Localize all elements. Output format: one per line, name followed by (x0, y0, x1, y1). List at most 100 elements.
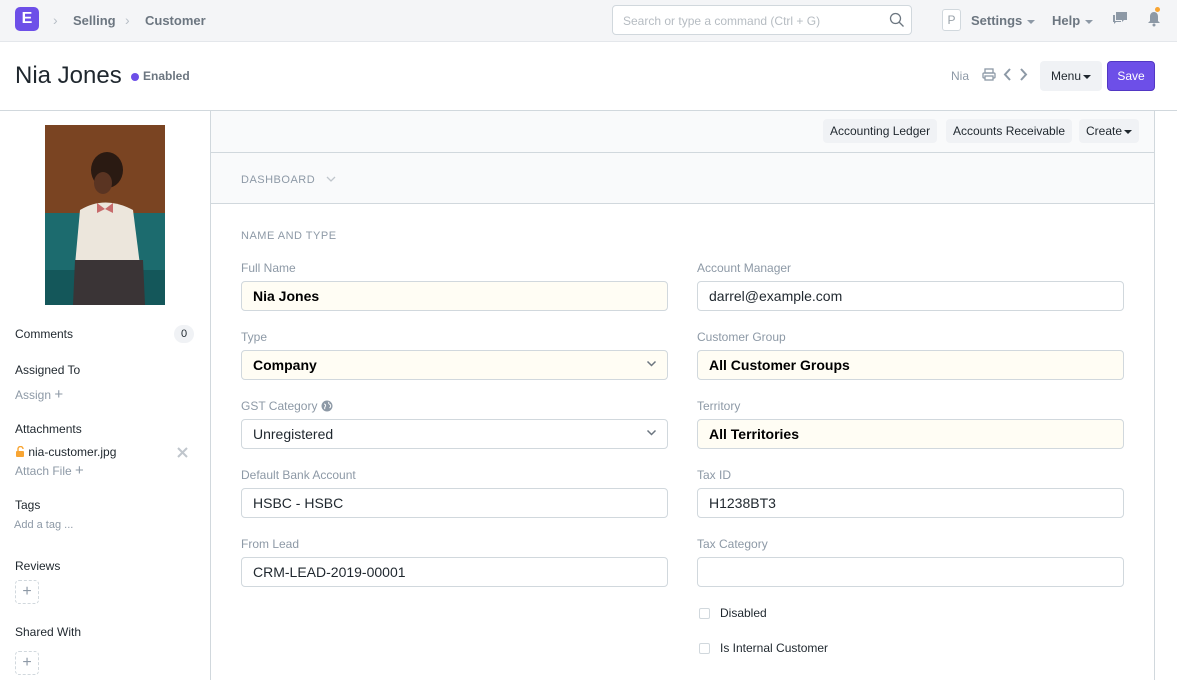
accounting-ledger-button[interactable]: Accounting Ledger (823, 119, 938, 143)
search-icon (889, 12, 904, 27)
full-name-label: Full Name (241, 261, 296, 275)
menu-label: Menu (1050, 69, 1082, 83)
globe-icon (321, 400, 333, 412)
chat-icon[interactable] (1112, 11, 1128, 26)
section-title: NAME AND TYPE (241, 230, 337, 242)
chevron-down-icon (646, 429, 657, 436)
default-bank-account-value: HSBC - HSBC (253, 495, 344, 511)
settings-dropdown[interactable]: Settings (971, 13, 1036, 28)
status-indicator-dot (131, 73, 139, 81)
tax-id-value: H1238BT3 (709, 495, 776, 511)
account-manager-field[interactable]: darrel@example.com (697, 281, 1124, 311)
tax-id-label: Tax ID (697, 468, 732, 482)
type-label: Type (241, 330, 268, 344)
search-placeholder: Search or type a command (Ctrl + G) (623, 14, 821, 28)
tax-id-field[interactable]: H1238BT3 (697, 488, 1124, 518)
create-label: Create (1086, 124, 1123, 138)
status-badge: Enabled (143, 69, 190, 83)
caret-down-icon (1085, 19, 1094, 24)
add-share-button[interactable]: + (15, 651, 39, 675)
add-review-button[interactable]: + (15, 580, 39, 604)
shared-with-label: Shared With (15, 625, 82, 639)
form-area: Accounting Ledger Accounts Receivable Cr… (211, 111, 1155, 680)
assigned-to-label: Assigned To (15, 363, 81, 377)
account-manager-label: Account Manager (697, 261, 792, 275)
doc-short-name: Nia (951, 69, 970, 83)
comments-count: 0 (174, 325, 194, 343)
attach-file-link[interactable]: Attach File + (15, 462, 84, 479)
territory-value: All Territories (709, 426, 799, 442)
plus-icon: + (22, 654, 32, 671)
customer-image[interactable] (45, 125, 165, 305)
settings-label: Settings (971, 13, 1023, 28)
attachment-item[interactable]: nia-customer.jpg (15, 445, 116, 459)
full-name-field[interactable]: Nia Jones (241, 281, 668, 311)
form-toolbar: Accounting Ledger Accounts Receivable Cr… (211, 111, 1154, 153)
disabled-checkbox[interactable] (699, 608, 710, 619)
attach-file-label: Attach File (15, 464, 72, 478)
default-bank-account-label: Default Bank Account (241, 468, 356, 482)
customer-group-value: All Customer Groups (709, 357, 850, 373)
breadcrumb-selling[interactable]: Selling (73, 13, 116, 28)
unlock-icon (16, 445, 24, 457)
attachment-filename: nia-customer.jpg (28, 445, 117, 459)
gst-category-select[interactable]: Unregistered (241, 419, 668, 449)
navbar: E › Selling › Customer Search or type a … (0, 0, 1177, 42)
default-bank-account-field[interactable]: HSBC - HSBC (241, 488, 668, 518)
gst-category-label: GST Category (241, 399, 333, 413)
full-name-value: Nia Jones (253, 288, 320, 304)
caret-down-icon (1124, 129, 1133, 134)
user-avatar[interactable]: P (942, 9, 961, 31)
gst-category-value: Unregistered (253, 426, 334, 442)
assign-link[interactable]: Assign + (15, 386, 63, 403)
plus-icon: + (22, 583, 32, 600)
search-input[interactable]: Search or type a command (Ctrl + G) (612, 5, 912, 35)
caret-down-icon (1027, 19, 1036, 24)
create-dropdown[interactable]: Create (1079, 119, 1140, 143)
type-value: Company (253, 357, 317, 373)
plus-icon: + (75, 462, 84, 479)
menu-button[interactable]: Menu (1040, 61, 1102, 91)
territory-label: Territory (697, 399, 741, 413)
caret-down-icon (1083, 74, 1092, 79)
tags-label: Tags (15, 498, 41, 512)
attachments-label: Attachments (15, 422, 82, 436)
reviews-label: Reviews (15, 559, 61, 573)
comments-label: Comments (15, 327, 74, 341)
tax-category-label: Tax Category (697, 537, 768, 551)
chevron-right-icon: › (125, 12, 130, 28)
page-title: Nia Jones (15, 62, 122, 89)
notification-dot (1155, 7, 1160, 12)
prev-record-icon[interactable] (1003, 68, 1012, 81)
help-label: Help (1052, 13, 1081, 28)
from-lead-label: From Lead (241, 537, 300, 551)
account-manager-value: darrel@example.com (709, 288, 843, 304)
dashboard-section[interactable]: DASHBOARD (211, 153, 1154, 204)
from-lead-value: CRM-LEAD-2019-00001 (253, 564, 406, 580)
help-dropdown[interactable]: Help (1052, 13, 1094, 28)
chevron-right-icon: › (53, 12, 58, 28)
remove-attachment-icon[interactable] (177, 447, 188, 458)
type-select[interactable]: Company (241, 350, 668, 380)
tax-category-field[interactable] (697, 557, 1124, 587)
accounts-receivable-button[interactable]: Accounts Receivable (946, 119, 1073, 143)
save-button[interactable]: Save (1107, 61, 1155, 91)
is-internal-customer-checkbox[interactable] (699, 643, 710, 654)
assign-label: Assign (15, 388, 52, 402)
from-lead-field[interactable]: CRM-LEAD-2019-00001 (241, 557, 668, 587)
bell-icon[interactable] (1147, 11, 1161, 27)
add-tag-input[interactable]: Add a tag ... (14, 519, 73, 531)
customer-group-label: Customer Group (697, 330, 786, 344)
breadcrumb-customer[interactable]: Customer (145, 13, 206, 28)
is-internal-customer-label[interactable]: Is Internal Customer (720, 641, 828, 655)
print-icon[interactable] (982, 68, 996, 81)
app-logo[interactable]: E (15, 7, 39, 31)
disabled-checkbox-label[interactable]: Disabled (720, 606, 767, 620)
customer-group-field[interactable]: All Customer Groups (697, 350, 1124, 380)
plus-icon: + (54, 386, 64, 403)
dashboard-label: DASHBOARD (241, 174, 316, 186)
territory-field[interactable]: All Territories (697, 419, 1124, 449)
next-record-icon[interactable] (1019, 68, 1028, 81)
chevron-down-icon[interactable] (326, 176, 336, 183)
chevron-down-icon (646, 360, 657, 367)
